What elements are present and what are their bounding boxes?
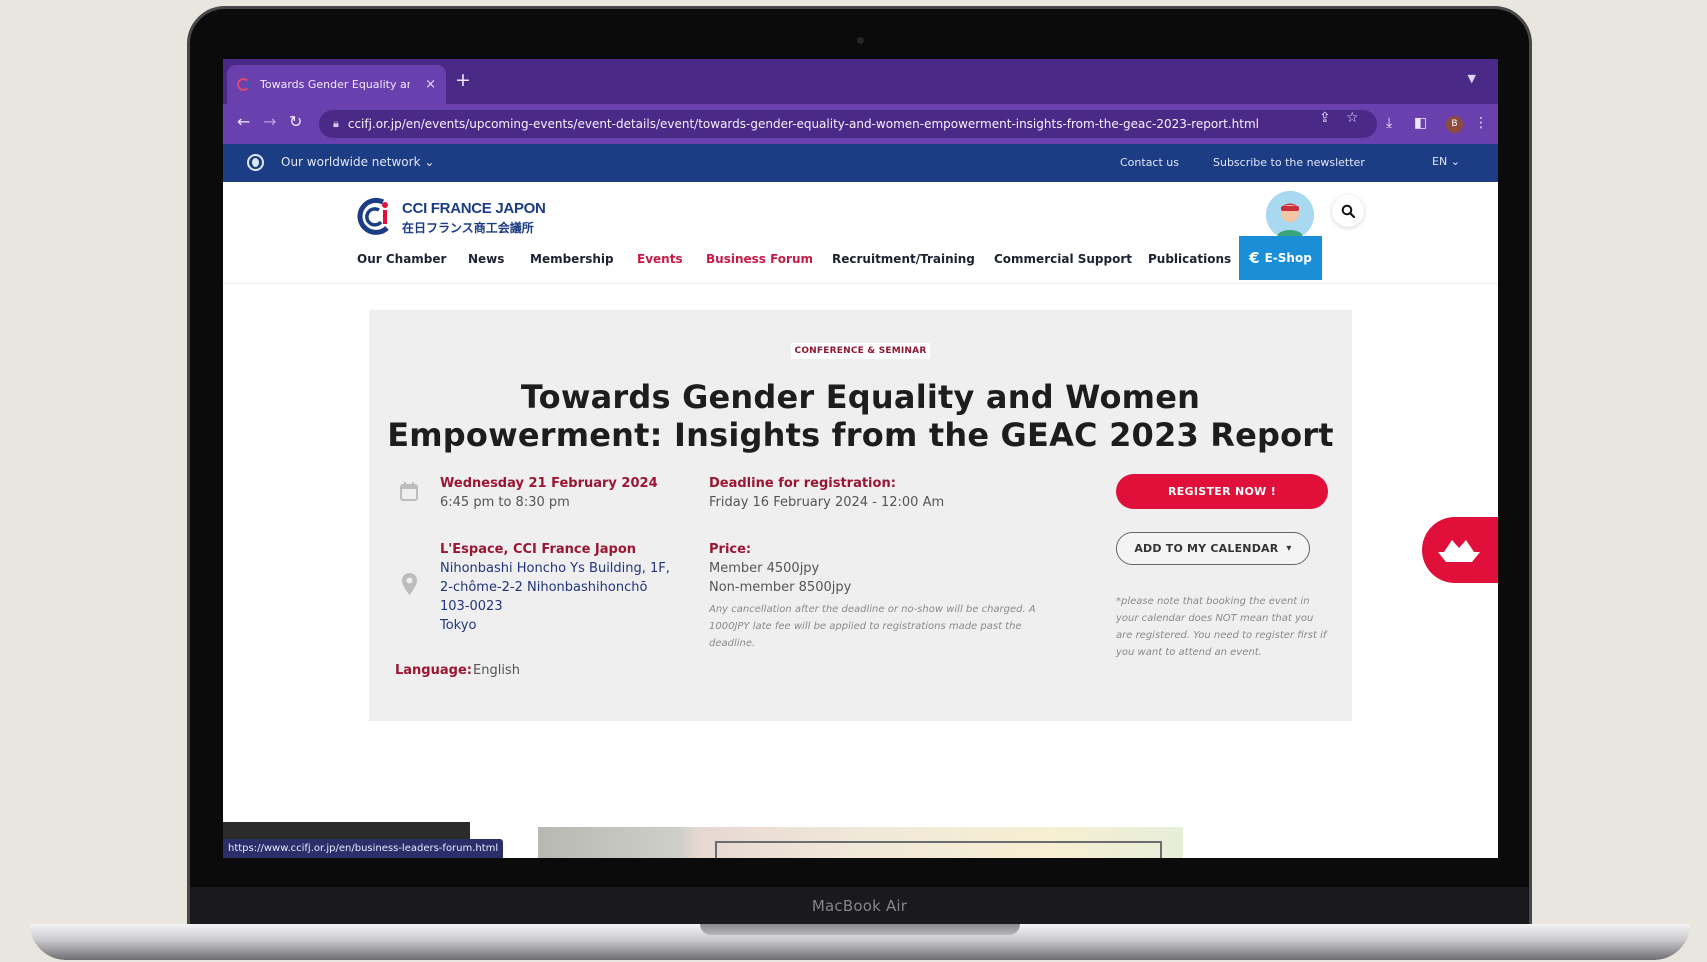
- laptop-base-notch: [700, 924, 1020, 935]
- logo-text: CCI FRANCE JAPON: [402, 200, 546, 217]
- site-logo[interactable]: CCI FRANCE JAPON 在日フランス商工会議所: [357, 192, 547, 242]
- newsletter-link[interactable]: Subscribe to the newsletter: [1213, 156, 1365, 169]
- globe-icon: [247, 154, 264, 171]
- event-date: Wednesday 21 February 2024: [440, 476, 658, 491]
- share-icon[interactable]: ⇪: [1319, 110, 1331, 126]
- euro-icon: €: [1249, 249, 1260, 267]
- sidebar-icon[interactable]: ◧: [1414, 115, 1427, 131]
- url-text: ccifj.or.jp/en/events/upcoming-events/ev…: [347, 117, 1259, 131]
- event-venue[interactable]: L'Espace, CCI France Japon: [440, 542, 636, 557]
- event-category: CONFERENCE & SEMINAR: [369, 338, 1352, 359]
- browser-toolbar: ← → ↻ 🔒︎ ccifj.or.jp/en/events/upcoming-…: [223, 104, 1498, 144]
- address-line[interactable]: Tokyo: [440, 618, 476, 633]
- price-label: Price:: [709, 542, 752, 557]
- address-line[interactable]: Nihonbashi Honcho Ys Building, 1F,: [440, 561, 670, 576]
- site-top-bar: Our worldwide network ⌄ Contact us Subsc…: [223, 144, 1498, 182]
- language-label: EN: [1432, 155, 1448, 168]
- eshop-button[interactable]: € E-Shop: [1239, 236, 1322, 280]
- paper-boat-icon: [1438, 540, 1480, 562]
- search-button[interactable]: [1332, 195, 1364, 227]
- category-badge: CONFERENCE & SEMINAR: [790, 343, 931, 359]
- tab-title: Towards Gender Equality and: [260, 78, 410, 91]
- device-label: MacBook Air: [811, 897, 908, 915]
- nav-our-chamber[interactable]: Our Chamber: [357, 252, 446, 266]
- main-navigation: Our Chamber News Membership Events Busin…: [223, 236, 1498, 284]
- search-icon: [1341, 204, 1355, 218]
- add-to-calendar-button[interactable]: ADD TO MY CALENDAR ▾: [1116, 532, 1310, 565]
- nav-commercial-support[interactable]: Commercial Support: [994, 252, 1132, 266]
- address-bar[interactable]: 🔒︎ ccifj.or.jp/en/events/upcoming-events…: [319, 110, 1377, 138]
- contact-us-link[interactable]: Contact us: [1120, 156, 1179, 169]
- worldwide-network-dropdown[interactable]: Our worldwide network ⌄: [281, 155, 434, 169]
- camera: [857, 37, 864, 44]
- download-icon[interactable]: ⤓: [1386, 115, 1392, 131]
- event-card: CONFERENCE & SEMINAR Towards Gender Equa…: [369, 310, 1352, 721]
- event-title-line2: Empowerment: Insights from the GEAC 2023…: [387, 416, 1334, 454]
- user-avatar[interactable]: [1266, 191, 1314, 239]
- event-time: 6:45 pm to 8:30 pm: [440, 495, 570, 510]
- cci-logo-mark-icon: [357, 197, 389, 235]
- nav-events[interactable]: Events: [637, 252, 683, 266]
- chevron-down-icon: ⌄: [424, 155, 435, 169]
- image-frame: [715, 841, 1162, 858]
- tab-close-icon[interactable]: ×: [425, 77, 436, 92]
- nav-news[interactable]: News: [468, 252, 504, 266]
- status-bar-url: https://www.ccifj.or.jp/en/business-lead…: [223, 839, 504, 858]
- forward-arrow-icon[interactable]: →: [263, 112, 276, 131]
- language-field-label: Language:: [395, 663, 472, 678]
- chevron-down-icon: ⌄: [1450, 155, 1460, 168]
- chevron-down-icon: ▾: [1286, 543, 1292, 554]
- register-button[interactable]: REGISTER NOW !: [1116, 474, 1328, 509]
- browser-menu-icon[interactable]: ⋮: [1474, 115, 1488, 131]
- address-line[interactable]: 103-0023: [440, 599, 503, 614]
- price-note: Any cancellation after the deadline or n…: [709, 604, 1036, 649]
- location-pin-icon: [402, 573, 417, 595]
- bookmark-star-icon[interactable]: ☆: [1346, 110, 1359, 126]
- event-title-line1: Towards Gender Equality and Women: [520, 378, 1201, 416]
- language-field-value: English: [473, 663, 520, 678]
- language-selector[interactable]: EN ⌄: [1432, 155, 1460, 168]
- reload-icon[interactable]: ↻: [289, 112, 302, 131]
- nav-membership[interactable]: Membership: [530, 252, 614, 266]
- lock-icon: 🔒︎: [333, 117, 339, 130]
- worldwide-network-label: Our worldwide network: [281, 155, 421, 169]
- add-to-calendar-label: ADD TO MY CALENDAR: [1134, 542, 1279, 555]
- price-nonmember: Non-member 8500jpy: [709, 580, 852, 595]
- price-member: Member 4500jpy: [709, 561, 820, 576]
- eshop-label: E-Shop: [1264, 251, 1312, 265]
- deadline-label: Deadline for registration:: [709, 476, 896, 491]
- browser-tab[interactable]: Towards Gender Equality and ×: [227, 65, 446, 104]
- tab-search-chevron-icon[interactable]: ▼: [1468, 72, 1476, 85]
- logo-subtext: 在日フランス商工会議所: [402, 221, 534, 235]
- nav-business-forum[interactable]: Business Forum: [706, 252, 813, 266]
- nav-recruitment-training[interactable]: Recruitment/Training: [832, 252, 975, 266]
- deadline-value: Friday 16 February 2024 - 12:00 Am: [709, 495, 945, 510]
- address-line[interactable]: 2-chôme-2-2 Nihonbashihonchō: [440, 580, 647, 595]
- calendar-note: *please note that booking the event in y…: [1116, 596, 1327, 658]
- laptop-chin: MacBook Air: [190, 887, 1529, 926]
- event-title: Towards Gender Equality and Women Empowe…: [369, 378, 1352, 454]
- user-avatar-icon: [1266, 191, 1314, 239]
- floating-boat-widget[interactable]: [1422, 517, 1498, 583]
- browser-tab-bar: Towards Gender Equality and × + ▼: [223, 59, 1498, 104]
- calendar-icon: [400, 482, 418, 501]
- screen: Towards Gender Equality and × + ▼ ← → ↻ …: [223, 59, 1498, 858]
- favicon-icon: [237, 78, 250, 91]
- back-arrow-icon[interactable]: ←: [237, 112, 250, 131]
- new-tab-button[interactable]: +: [455, 69, 471, 91]
- profile-avatar[interactable]: B: [1446, 116, 1463, 133]
- nav-publications[interactable]: Publications: [1148, 252, 1231, 266]
